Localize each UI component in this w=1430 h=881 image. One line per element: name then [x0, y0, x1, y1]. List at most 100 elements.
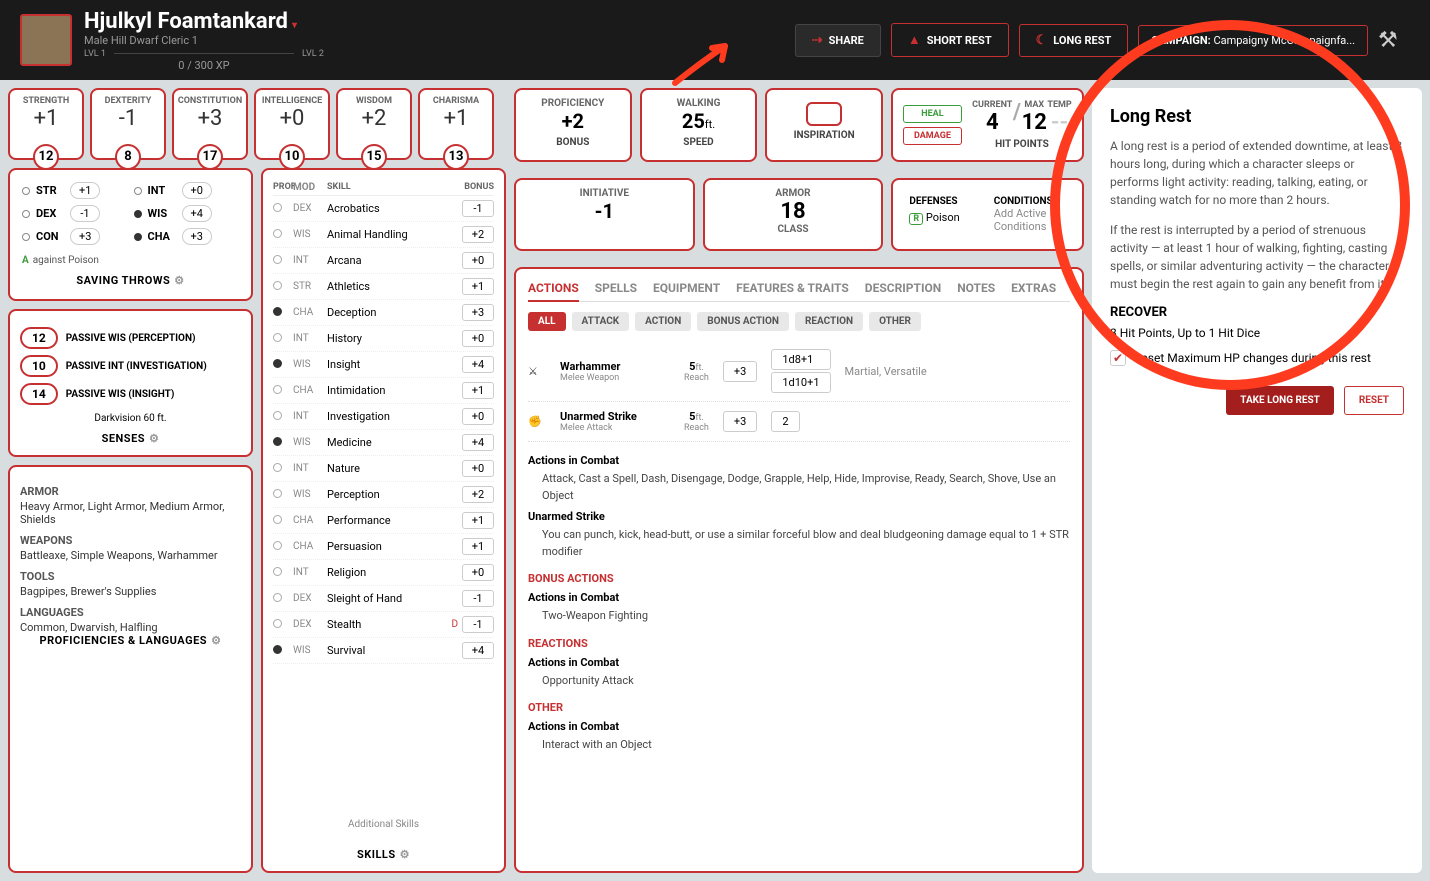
sense-extra: Darkvision 60 ft. — [20, 413, 241, 424]
recover-text: 8 Hit Points, Up to 1 Hit Dice — [1110, 326, 1404, 340]
skill-persuasion[interactable]: CHA Persuasion +1 — [273, 534, 494, 560]
heal-button[interactable]: HEAL — [903, 105, 962, 123]
proficiency-dot — [273, 437, 282, 446]
campaign-box[interactable]: CAMPAIGN: Campaigny McCampaignfa... — [1138, 25, 1368, 56]
tab-actions[interactable]: ACTIONS — [528, 281, 579, 302]
proficiency-dot — [273, 203, 282, 212]
skill-deception[interactable]: CHA Deception +3 — [273, 300, 494, 326]
save-cha[interactable]: CHA +3 — [134, 228, 240, 245]
add-conditions[interactable]: Add Active Conditions — [994, 207, 1066, 233]
save-wis[interactable]: WIS +4 — [134, 205, 240, 222]
proficiency-dot — [273, 645, 282, 654]
additional-skills[interactable]: Additional Skills — [273, 819, 494, 830]
recover-heading: RECOVER — [1110, 305, 1404, 320]
defenses-title: DEFENSES — [909, 196, 981, 207]
damage-button[interactable]: 1d8+1 — [771, 349, 830, 370]
filter-attack[interactable]: ATTACK — [572, 312, 630, 331]
action-unarmed[interactable]: ✊ Unarmed StrikeMelee Attack 5ft.Reach +… — [528, 402, 1070, 442]
anvil-icon[interactable]: ⚒ — [1378, 28, 1410, 52]
damage-button[interactable]: DAMAGE — [903, 127, 962, 145]
reaction-list: Opportunity Attack — [542, 673, 1070, 690]
short-rest-button[interactable]: ▲SHORT REST — [891, 23, 1009, 57]
filter-reaction[interactable]: REACTION — [795, 312, 863, 331]
ability-intelligence[interactable]: INTELLIGENCE +0 10 — [254, 88, 330, 160]
proficiency-dot — [273, 385, 282, 394]
speed-box[interactable]: WALKING 25ft. SPEED — [640, 88, 758, 162]
hit-button[interactable]: +3 — [723, 361, 757, 382]
proficiency-dot — [134, 210, 142, 218]
save-con[interactable]: CON +3 — [22, 228, 128, 245]
skill-animal-handling[interactable]: WIS Animal Handling +2 — [273, 222, 494, 248]
skill-arcana[interactable]: INT Arcana +0 — [273, 248, 494, 274]
take-long-rest-button[interactable]: TAKE LONG REST — [1226, 386, 1334, 415]
ability-strength[interactable]: STRENGTH +1 12 — [8, 88, 84, 160]
ability-wisdom[interactable]: WISDOM +2 15 — [336, 88, 412, 160]
action-warhammer[interactable]: ⚔ WarhammerMelee Weapon 5ft.Reach +3 1d8… — [528, 341, 1070, 402]
weapons-heading: WEAPONS — [20, 534, 241, 547]
filter-action[interactable]: ACTION — [635, 312, 691, 331]
reset-button[interactable]: RESET — [1344, 386, 1404, 415]
skill-stealth[interactable]: DEX Stealth D -1 — [273, 612, 494, 638]
character-name[interactable]: Hjulkyl Foamtankard — [84, 9, 324, 34]
proficiency-dot — [273, 255, 282, 264]
languages-list: Common, Dwarvish, Halfling — [20, 621, 241, 634]
ability-row: STRENGTH +1 12 DEXTERITY -1 8 CONSTITUTI… — [8, 88, 506, 160]
skill-sleight-of-hand[interactable]: DEX Sleight of Hand -1 — [273, 586, 494, 612]
proficiency-dot — [273, 567, 282, 576]
gear-icon[interactable]: ⚙ — [149, 432, 159, 445]
long-rest-panel: Long Rest A long rest is a period of ext… — [1092, 88, 1422, 873]
proficiency-box[interactable]: PROFICIENCY +2 BONUS — [514, 88, 632, 162]
save-str[interactable]: STR +1 — [22, 182, 128, 199]
gear-icon[interactable]: ⚙ — [174, 274, 184, 287]
hit-button[interactable]: +3 — [723, 411, 757, 432]
skill-athletics[interactable]: STR Athletics +1 — [273, 274, 494, 300]
proficiency-dot — [273, 229, 282, 238]
senses-title: SENSES — [102, 432, 145, 445]
skill-history[interactable]: INT History +0 — [273, 326, 494, 352]
actions-combat-list: Attack, Cast a Spell, Dash, Disengage, D… — [542, 471, 1070, 504]
proficiency-dot — [273, 541, 282, 550]
other-heading: OTHER — [528, 701, 1070, 714]
tab-extras[interactable]: EXTRAS — [1011, 281, 1056, 295]
skill-intimidation[interactable]: CHA Intimidation +1 — [273, 378, 494, 404]
reset-hp-checkbox[interactable]: ✔ — [1110, 350, 1126, 366]
ability-dexterity[interactable]: DEXTERITY -1 8 — [90, 88, 166, 160]
ability-charisma[interactable]: CHARISMA +1 13 — [418, 88, 494, 160]
skill-insight[interactable]: WIS Insight +4 — [273, 352, 494, 378]
tab-features-traits[interactable]: FEATURES & TRAITS — [736, 281, 849, 295]
tools-heading: TOOLS — [20, 570, 241, 583]
inspiration-box[interactable]: INSPIRATION — [765, 88, 883, 162]
proficiencies-card: ARMOR Heavy Armor, Light Armor, Medium A… — [8, 465, 253, 873]
gear-icon[interactable]: ⚙ — [400, 848, 410, 861]
tab-notes[interactable]: NOTES — [957, 281, 995, 295]
save-dex[interactable]: DEX -1 — [22, 205, 128, 222]
save-int[interactable]: INT +0 — [134, 182, 240, 199]
skill-perception[interactable]: WIS Perception +2 — [273, 482, 494, 508]
hp-box[interactable]: HEAL DAMAGE CURRENT4 / MAX12 TEMP-- HIT … — [891, 88, 1084, 162]
tab-description[interactable]: DESCRIPTION — [865, 281, 941, 295]
proficiency-dot — [273, 515, 282, 524]
filter-all[interactable]: ALL — [528, 312, 566, 331]
ac-box[interactable]: ARMOR 18 CLASS — [703, 178, 884, 251]
initiative-box[interactable]: INITIATIVE -1 — [514, 178, 695, 251]
ability-constitution[interactable]: CONSTITUTION +3 17 — [172, 88, 248, 160]
sword-icon: ⚔ — [528, 365, 546, 378]
skill-acrobatics[interactable]: DEX Acrobatics -1 — [273, 196, 494, 222]
long-rest-button[interactable]: ☾LONG REST — [1019, 24, 1129, 57]
damage-button[interactable]: 1d10+1 — [771, 372, 830, 393]
skill-survival[interactable]: WIS Survival +4 — [273, 638, 494, 664]
filter-bonus-action[interactable]: BONUS ACTION — [697, 312, 789, 331]
skill-nature[interactable]: INT Nature +0 — [273, 456, 494, 482]
share-button[interactable]: ⇢SHARE — [795, 24, 881, 57]
character-avatar[interactable] — [20, 14, 72, 66]
filter-other[interactable]: OTHER — [869, 312, 921, 331]
skill-performance[interactable]: CHA Performance +1 — [273, 508, 494, 534]
skill-religion[interactable]: INT Religion +0 — [273, 560, 494, 586]
tab-spells[interactable]: SPELLS — [595, 281, 637, 295]
fire-icon: ▲ — [908, 32, 921, 48]
gear-icon[interactable]: ⚙ — [211, 634, 221, 647]
damage-button[interactable]: 2 — [771, 411, 799, 432]
tab-equipment[interactable]: EQUIPMENT — [653, 281, 720, 295]
skill-investigation[interactable]: INT Investigation +0 — [273, 404, 494, 430]
skill-medicine[interactable]: WIS Medicine +4 — [273, 430, 494, 456]
